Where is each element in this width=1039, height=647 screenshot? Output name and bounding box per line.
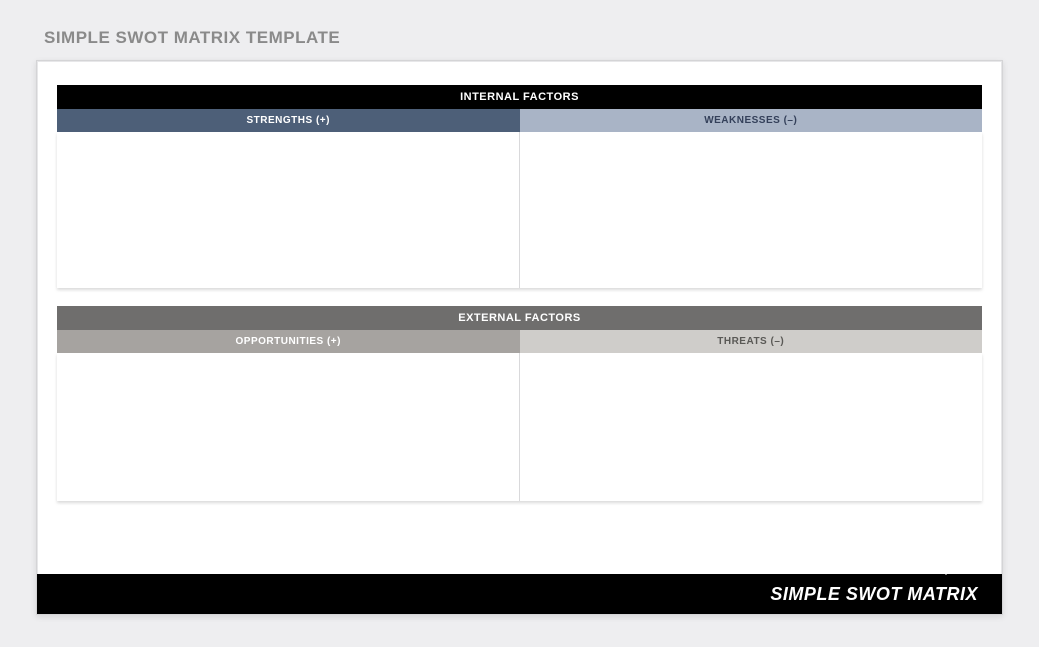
internal-section: INTERNAL FACTORS STRENGTHS (+) WEAKNESSE… (57, 85, 982, 288)
slide-frame: INTERNAL FACTORS STRENGTHS (+) WEAKNESSE… (36, 60, 1003, 615)
footer-label: SIMPLE SWOT MATRIX (770, 584, 978, 605)
external-section: EXTERNAL FACTORS OPPORTUNITIES (+) THREA… (57, 306, 982, 501)
page-title: SIMPLE SWOT MATRIX TEMPLATE (44, 28, 1003, 48)
footer-bar: SIMPLE SWOT MATRIX (37, 574, 1002, 614)
threats-header: THREATS (–) (520, 330, 983, 353)
external-header: EXTERNAL FACTORS (57, 306, 982, 330)
opportunities-header: OPPORTUNITIES (+) (57, 330, 520, 353)
external-subheader-row: OPPORTUNITIES (+) THREATS (–) (57, 330, 982, 353)
chevron-down-icon (936, 565, 956, 575)
internal-header: INTERNAL FACTORS (57, 85, 982, 109)
internal-body-row (57, 132, 982, 288)
threats-cell[interactable] (520, 353, 982, 501)
opportunities-cell[interactable] (57, 353, 520, 501)
external-body-row (57, 353, 982, 501)
strengths-header: STRENGTHS (+) (57, 109, 520, 132)
weaknesses-header: WEAKNESSES (–) (520, 109, 983, 132)
strengths-cell[interactable] (57, 132, 520, 288)
internal-subheader-row: STRENGTHS (+) WEAKNESSES (–) (57, 109, 982, 132)
weaknesses-cell[interactable] (520, 132, 982, 288)
